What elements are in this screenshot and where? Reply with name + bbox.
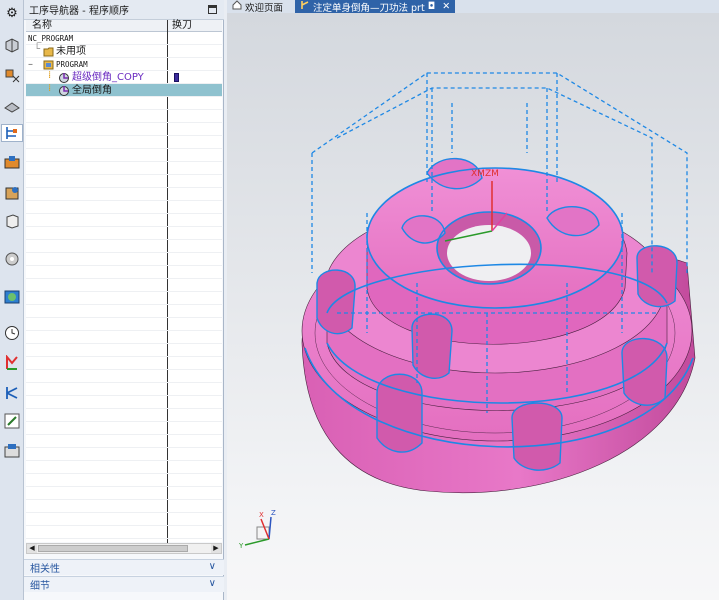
- triad-y-label: Y: [238, 542, 244, 550]
- gear-icon[interactable]: ⚙: [3, 4, 21, 22]
- machine-tool-icon[interactable]: [3, 154, 21, 172]
- home-icon: [232, 0, 242, 13]
- part-model[interactable]: ZM XM Z Y X: [227, 13, 719, 600]
- tree-row-global-chamfer[interactable]: ⁞ 全局倒角: [26, 83, 222, 97]
- collapse-icon[interactable]: –: [28, 58, 33, 71]
- relations-label: 相关性: [30, 564, 60, 575]
- history-icon[interactable]: [3, 250, 21, 268]
- tree-label: 全局倒角: [72, 85, 112, 96]
- tree-row-program[interactable]: – PROGRAM: [26, 58, 222, 71]
- column-header: 名称 换刀: [26, 20, 222, 32]
- part-file-icon: [300, 0, 310, 13]
- part-icon[interactable]: [3, 96, 21, 114]
- clock-icon[interactable]: [3, 324, 21, 342]
- tool-change-indicator-icon: [174, 73, 179, 82]
- modified-icon: ◘: [427, 1, 436, 12]
- tab-label: 欢迎页面: [245, 2, 284, 14]
- roles-icon[interactable]: [3, 384, 21, 402]
- wcs-z-label: ZM: [485, 169, 499, 179]
- navigator-title: 工序导航器 - 程序顺序: [29, 6, 129, 17]
- resource-bar: ⚙: [0, 0, 24, 600]
- triad-x-label: X: [259, 511, 264, 519]
- chamfer-operation-icon: [58, 71, 70, 84]
- cam-icon[interactable]: [3, 442, 21, 460]
- navigator-title-bar: 工序导航器 - 程序顺序: [24, 0, 224, 20]
- maximize-icon[interactable]: [208, 5, 217, 14]
- reuse-library-icon[interactable]: [3, 212, 21, 230]
- triad-z-label: Z: [271, 509, 276, 517]
- document-tabs: 欢迎页面 注定单身倒角—刀功法 prt ◘ ✕: [227, 0, 719, 14]
- details-label: 细节: [30, 581, 50, 592]
- tree-row-super-chamfer-copy[interactable]: ⁞ 超级倒角_COPY: [26, 70, 222, 84]
- column-name[interactable]: 名称: [32, 20, 52, 32]
- web-browser-icon[interactable]: [3, 288, 21, 306]
- tab-welcome[interactable]: 欢迎页面: [227, 0, 288, 14]
- view-triad: Z Y X: [238, 509, 276, 550]
- tab-part-file[interactable]: 注定单身倒角—刀功法 prt ◘ ✕: [295, 0, 456, 14]
- system-materials-icon[interactable]: [3, 412, 21, 430]
- tree-label: 超级倒角_COPY: [72, 72, 144, 83]
- process-icon[interactable]: [3, 354, 21, 372]
- wcs-x-label: XM: [471, 169, 485, 179]
- chevron-down-icon[interactable]: ∨: [209, 561, 216, 572]
- tab-label: 注定单身倒角—刀功法 prt: [313, 2, 425, 14]
- close-tab-icon[interactable]: ✕: [442, 1, 450, 12]
- details-section[interactable]: 细节 ∨: [24, 576, 224, 592]
- scroll-left-icon[interactable]: ◀: [27, 544, 37, 553]
- column-tool-change[interactable]: 换刀: [172, 20, 192, 32]
- chevron-down-icon[interactable]: ∨: [209, 578, 216, 589]
- tree-label: 未用项: [56, 46, 86, 57]
- operation-navigator-icon[interactable]: [1, 124, 23, 142]
- tree-label: PROGRAM: [56, 60, 88, 69]
- constraint-icon[interactable]: [3, 66, 21, 84]
- graphics-window[interactable]: ZM XM Z Y X: [227, 13, 719, 600]
- tree-row-nc-program[interactable]: NC_PROGRAM: [26, 32, 222, 45]
- operation-tree: NC_PROGRAM └ 未用项 – PROGRAM ⁞ 超级倒角_COPY ⁞…: [26, 20, 222, 543]
- relations-section[interactable]: 相关性 ∨: [24, 559, 224, 575]
- chamfer-operation-icon: [58, 84, 70, 97]
- tree-row-unused-items[interactable]: └ 未用项: [26, 44, 222, 58]
- feature-icon[interactable]: [3, 184, 21, 202]
- operation-navigator: 工序导航器 - 程序顺序 名称 换刀 NC_PROGRAM └ 未用项 – PR…: [24, 0, 224, 600]
- scroll-thumb[interactable]: [38, 545, 188, 552]
- assembly-icon[interactable]: [3, 36, 21, 54]
- scroll-right-icon[interactable]: ▶: [211, 544, 221, 553]
- folder-icon: [43, 45, 54, 58]
- horizontal-scrollbar[interactable]: ◀ ▶: [26, 543, 222, 554]
